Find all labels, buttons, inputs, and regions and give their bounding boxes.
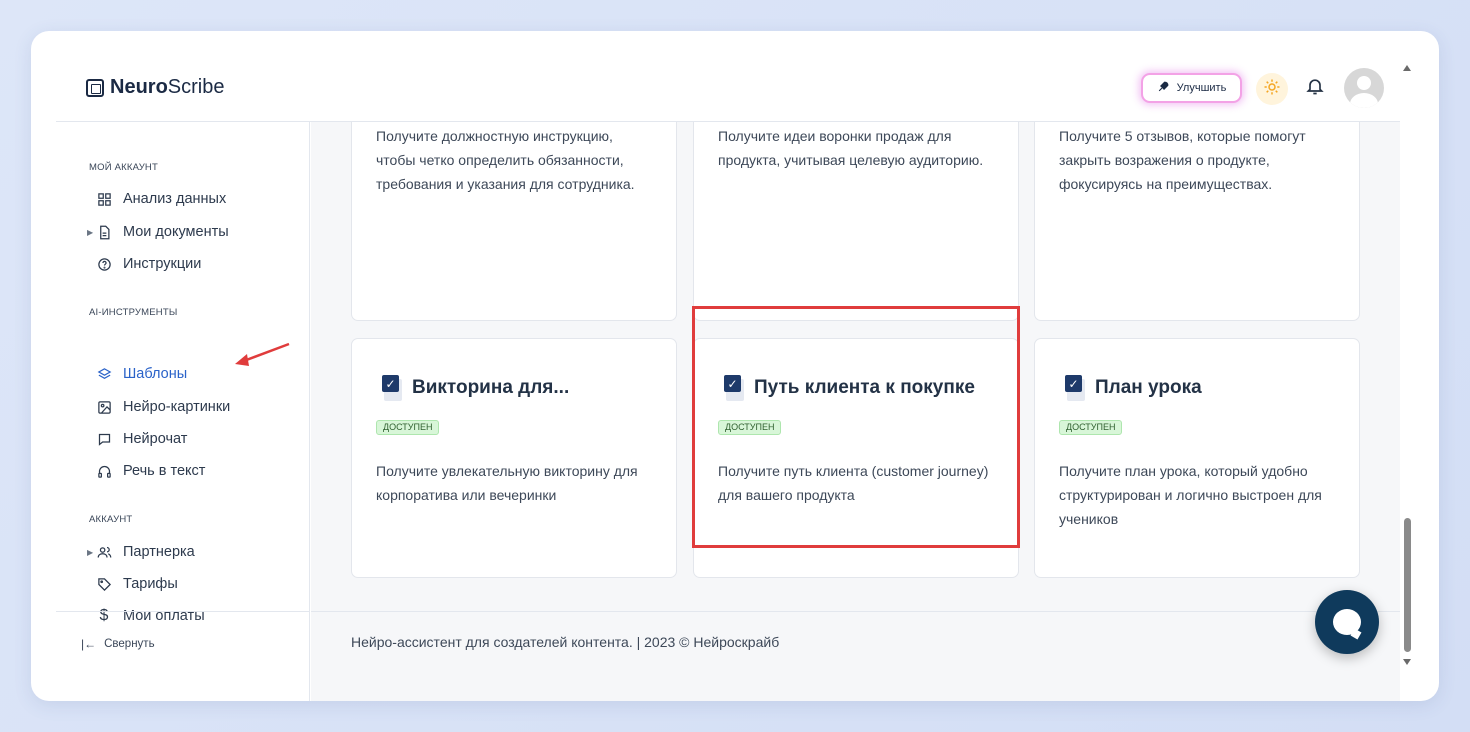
sidebar-item-partner[interactable]: ▶ Партнерка <box>87 541 195 563</box>
collapse-label: Свернуть <box>104 638 155 650</box>
chat-icon <box>96 431 112 447</box>
collapse-sidebar-button[interactable]: |← Свернуть <box>81 637 155 651</box>
upgrade-label: Улучшить <box>1176 82 1227 94</box>
scroll-down-arrow-icon[interactable] <box>1403 659 1411 665</box>
card-title-row: ✓ Викторина для... <box>382 375 569 401</box>
caret-right-icon: ▶ <box>87 547 94 557</box>
card-title-row: ✓ План урока <box>1065 375 1202 401</box>
sidebar-item-label: Мои документы <box>123 224 229 240</box>
sidebar-item-label: Партнерка <box>123 544 195 560</box>
image-icon <box>96 399 112 415</box>
sidebar-item-label: Нейро-картинки <box>123 399 231 415</box>
tag-icon <box>96 576 112 592</box>
card-title: Викторина для... <box>412 377 570 398</box>
section-title-account: АККАУНТ <box>89 514 133 525</box>
upgrade-button[interactable]: Улучшить <box>1141 73 1242 103</box>
scrollbar-thumb[interactable] <box>1404 518 1411 652</box>
sidebar: МОЙ АККАУНТ Анализ данных ▶ Мои документ… <box>56 122 310 701</box>
sidebar-item-data-analysis[interactable]: Анализ данных <box>96 188 226 210</box>
template-card-sales-funnel[interactable]: Получите идеи воронки продаж для продукт… <box>693 122 1019 321</box>
logo-text-bold: Neuro <box>110 76 168 98</box>
annotation-arrow-icon <box>235 342 290 366</box>
sidebar-item-neurochat[interactable]: Нейрочат <box>96 428 187 450</box>
collapse-left-icon: |← <box>81 637 97 651</box>
card-description: Получите путь клиента (customer journey)… <box>718 463 989 503</box>
sidebar-item-label: Инструкции <box>123 256 202 272</box>
sidebar-item-my-documents[interactable]: ▶ Мои документы <box>87 221 229 243</box>
rocket-icon <box>1157 80 1170 96</box>
footer-divider <box>311 611 1400 612</box>
users-icon <box>96 544 112 560</box>
layers-icon <box>96 366 112 382</box>
vertical-scrollbar[interactable] <box>1400 59 1414 673</box>
app-logo[interactable]: Neuro Scribe <box>86 76 225 99</box>
card-description: Получите увлекательную викторину для кор… <box>376 463 638 503</box>
template-card-lesson-plan[interactable]: ✓ План урока ДОСТУПЕН Получите план урок… <box>1034 338 1360 578</box>
sidebar-item-neuro-images[interactable]: Нейро-картинки <box>96 396 230 418</box>
document-icon <box>96 224 112 240</box>
sidebar-item-label: Шаблоны <box>123 366 188 382</box>
status-badge: ДОСТУПЕН <box>1059 420 1123 435</box>
top-header: Neuro Scribe Улучшить <box>56 31 1400 122</box>
theme-toggle-button[interactable] <box>1256 73 1288 105</box>
sidebar-item-label: Анализ данных <box>123 191 227 207</box>
scroll-up-arrow-icon[interactable] <box>1403 65 1411 71</box>
logo-icon <box>86 78 104 97</box>
card-title: Путь клиента к покупке <box>754 377 975 398</box>
sidebar-item-templates[interactable]: Шаблоны <box>96 363 187 385</box>
avatar-body <box>1350 93 1378 108</box>
sidebar-divider <box>56 611 310 612</box>
status-badge: ДОСТУПЕН <box>718 420 782 435</box>
card-description: Получите 5 отзывов, которые помогут закр… <box>1059 128 1306 192</box>
checked-document-icon: ✓ <box>724 375 746 401</box>
template-card-job-description[interactable]: Получите должностную инструкцию, чтобы ч… <box>351 122 677 321</box>
card-description: Получите план урока, который удобно стру… <box>1059 463 1322 527</box>
help-circle-icon <box>96 256 112 272</box>
sidebar-item-label: Речь в текст <box>123 463 206 479</box>
templates-grid: Получите должностную инструкцию, чтобы ч… <box>311 122 1400 701</box>
checked-document-icon: ✓ <box>382 375 404 401</box>
support-chat-button[interactable] <box>1315 590 1379 654</box>
sidebar-item-label: Нейрочат <box>123 431 188 447</box>
section-title-my-account: МОЙ АККАУНТ <box>89 162 158 173</box>
notifications-button[interactable] <box>1303 76 1327 100</box>
app-window: Neuro Scribe Улучшить МОЙ АККАУНТ Анализ… <box>31 31 1439 701</box>
sun-icon <box>1263 78 1281 101</box>
card-title: План урока <box>1095 377 1202 398</box>
sidebar-item-speech-to-text[interactable]: Речь в текст <box>96 460 205 482</box>
template-card-customer-journey[interactable]: ✓ Путь клиента к покупке ДОСТУПЕН Получи… <box>693 338 1019 578</box>
avatar-head <box>1357 76 1371 90</box>
card-title-row: ✓ Путь клиента к покупке <box>724 375 975 401</box>
status-badge: ДОСТУПЕН <box>376 420 440 435</box>
section-title-ai-tools: AI-ИНСТРУМЕНТЫ <box>89 307 178 318</box>
sidebar-item-tariffs[interactable]: Тарифы <box>96 573 178 595</box>
chat-bubble-icon <box>1333 609 1361 635</box>
template-card-reviews[interactable]: Получите 5 отзывов, которые помогут закр… <box>1034 122 1360 321</box>
logo-text-light: Scribe <box>167 76 225 98</box>
footer-text: Нейро-ассистент для создателей контента.… <box>351 634 780 650</box>
template-card-quiz[interactable]: ✓ Викторина для... ДОСТУПЕН Получите увл… <box>351 338 677 578</box>
sidebar-item-instructions[interactable]: Инструкции <box>96 253 201 275</box>
sidebar-item-label: Тарифы <box>123 576 178 592</box>
caret-right-icon: ▶ <box>87 227 94 237</box>
grid-icon <box>96 191 112 207</box>
card-description: Получите должностную инструкцию, чтобы ч… <box>376 128 635 192</box>
card-description: Получите идеи воронки продаж для продукт… <box>718 128 984 168</box>
user-avatar[interactable] <box>1344 68 1384 108</box>
checked-document-icon: ✓ <box>1065 375 1087 401</box>
sidebar-item-my-payments[interactable]: $ Мои оплаты <box>96 605 205 627</box>
bell-icon <box>1305 76 1325 101</box>
headphones-icon <box>96 463 112 479</box>
